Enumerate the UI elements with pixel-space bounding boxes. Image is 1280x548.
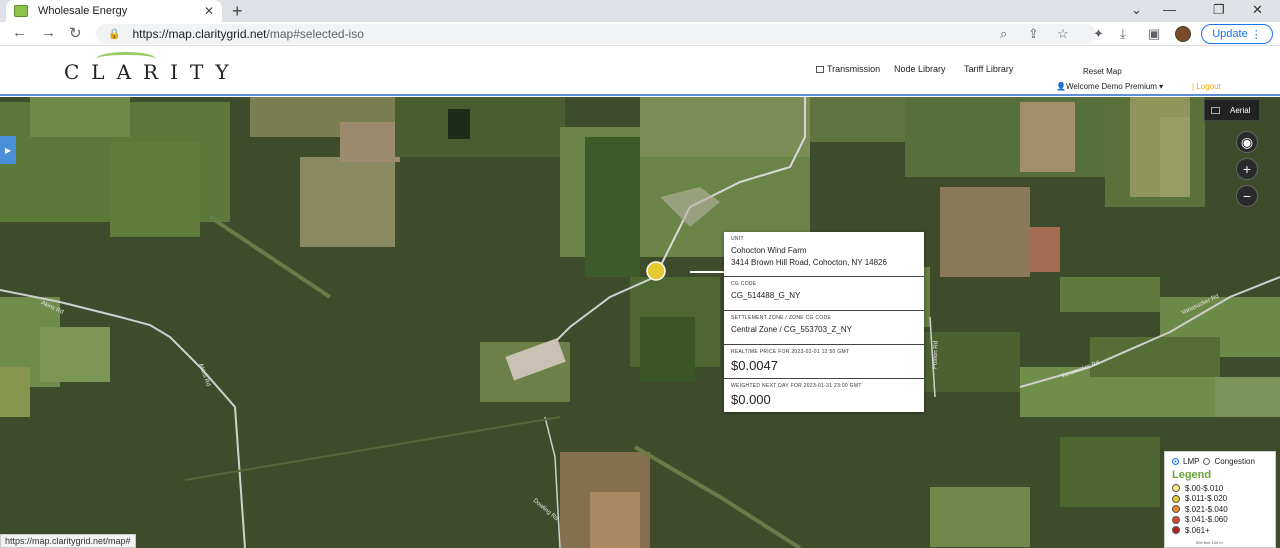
legend-item-label: $.021-$.040 [1185, 504, 1228, 514]
nextday-price-label: WEIGHTED NEXT DAY FOR 2023-01-31 23:00 G… [731, 383, 862, 389]
congestion-label: Congestion [1214, 457, 1255, 466]
legend-items: $.00-$.010 $.011-$.020 $.021-$.040 $.041-$.… [1172, 483, 1268, 536]
zoom-icon[interactable]: ⌕ [1000, 26, 1007, 42]
unit-section: UNIT Cohocton Wind Farm 3414 Brown Hill … [724, 232, 924, 277]
legend-color-dot [1172, 505, 1180, 514]
welcome-label: Welcome Demo Premium [1065, 82, 1157, 91]
legend-color-dot [1172, 494, 1180, 503]
legend-title: Legend [1172, 469, 1212, 481]
unit-label: UNIT [731, 236, 744, 242]
legend-item-label: $.061+ [1185, 525, 1210, 535]
map-favicon-icon [14, 5, 28, 17]
legend-item: $.00-$.010 [1172, 483, 1268, 494]
url-path: /map#selected-iso [266, 27, 364, 41]
browser-tab[interactable]: Wholesale Energy ✕ [6, 0, 222, 22]
unit-address: 3414 Brown Hill Road, Cohocton, NY 14826 [731, 258, 887, 267]
zoom-in-button[interactable]: + [1236, 158, 1258, 180]
realtime-price-section: REALTIME PRICE FOR 2023-02-01 12:50 GMT … [724, 345, 924, 379]
restore-icon[interactable]: ❐ [1213, 2, 1225, 18]
logout-link[interactable]: | Logout [1192, 82, 1221, 91]
zone-value: Central Zone / CG_553703_Z_NY [731, 325, 852, 334]
minimize-icon[interactable]: — [1163, 2, 1176, 17]
locate-icon[interactable]: ◉ [1236, 131, 1258, 153]
download-icon[interactable]: ⤓ [1120, 26, 1126, 42]
bookmark-star-icon[interactable]: ☆ [1057, 26, 1069, 42]
sidebar-toggle-icon[interactable]: ▶ [0, 136, 16, 164]
road-label: Poston Rd [932, 340, 940, 370]
map-imagery [0, 97, 1280, 548]
legend-item-label: $.00-$.010 [1185, 483, 1224, 493]
legend-item-label: $.041-$.060 [1185, 515, 1228, 525]
legend-color-dot [1172, 515, 1180, 524]
aerial-label: Aerial [1230, 105, 1251, 115]
forward-icon[interactable]: → [41, 24, 56, 41]
tab-title: Wholesale Energy [38, 5, 128, 17]
url-host: https://map.claritygrid.net [132, 27, 267, 41]
legend-mode-selector: LMP Congestion [1172, 457, 1268, 466]
legend-item-label: $.011-$.020 [1185, 494, 1228, 504]
more-menu-icon: ⋮ [1250, 28, 1262, 41]
update-label: Update [1212, 28, 1248, 40]
map-scale: 500 feet 100 m [1196, 540, 1223, 545]
browser-tab-bar: Wholesale Energy ✕ + ⌄ — ❐ ✕ [0, 0, 1280, 22]
close-window-icon[interactable]: ✕ [1252, 2, 1263, 18]
lmp-radio[interactable] [1172, 458, 1179, 465]
update-button[interactable]: Update ⋮ [1201, 24, 1273, 44]
realtime-price-value: $0.0047 [731, 358, 778, 373]
zoom-out-button[interactable]: − [1236, 185, 1258, 207]
legend-color-dot [1172, 526, 1180, 535]
realtime-price-label: REALTIME PRICE FOR 2023-02-01 12:50 GMT [731, 349, 850, 355]
nextday-price-section: WEIGHTED NEXT DAY FOR 2023-01-31 23:00 G… [724, 379, 924, 412]
cg-code-section: CG CODE CG_514488_G_NY [724, 277, 924, 311]
share-icon[interactable]: ⇪ [1028, 26, 1039, 42]
lmp-label: LMP [1183, 457, 1200, 466]
user-menu[interactable]: 👤Welcome Demo Premium ▾ [1056, 82, 1163, 91]
legend-item: $.021-$.040 [1172, 504, 1268, 515]
zone-label: SETTLEMENT ZONE / ZONE CG CODE [731, 315, 832, 321]
lock-icon: 🔒 [108, 28, 121, 40]
cg-code-label: CG CODE [731, 281, 757, 287]
side-panel-icon[interactable]: ▣ [1148, 26, 1160, 42]
transmission-toggle[interactable]: Transmission [816, 64, 880, 74]
user-icon: 👤 [1056, 82, 1066, 91]
profile-avatar[interactable] [1175, 26, 1191, 42]
map-legend: LMP Congestion Legend $.00-$.010 $.011-$.… [1164, 451, 1276, 548]
new-tab-button[interactable]: + [232, 1, 243, 22]
tariff-library-link[interactable]: Tariff Library [964, 64, 1013, 74]
transmission-label: Transmission [827, 64, 881, 74]
status-bar-url: https://map.claritygrid.net/map# [0, 534, 136, 548]
legend-item: $.011-$.020 [1172, 494, 1268, 505]
aerial-toggle-button[interactable]: Aerial [1204, 99, 1260, 121]
node-info-popup: UNIT Cohocton Wind Farm 3414 Brown Hill … [724, 232, 924, 412]
legend-item: $.041-$.060 [1172, 515, 1268, 526]
checkbox-icon[interactable] [816, 66, 824, 74]
congestion-radio[interactable] [1203, 458, 1211, 465]
zone-section: SETTLEMENT ZONE / ZONE CG CODE Central Z… [724, 311, 924, 345]
legend-color-dot [1172, 484, 1180, 493]
back-icon[interactable]: ← [12, 24, 27, 41]
cg-code-value: CG_514488_G_NY [731, 291, 801, 300]
clarity-logo[interactable]: CLARITY [64, 60, 241, 84]
reload-icon[interactable]: ↻ [69, 24, 82, 42]
satellite-map[interactable]: Akins Rd Vanasucker Rd Vanasucker Rd Pos… [0, 97, 1280, 548]
reset-map-link[interactable]: Reset Map [1083, 67, 1122, 76]
extensions-icon[interactable]: ✦ [1093, 26, 1104, 42]
node-library-link[interactable]: Node Library [894, 64, 946, 74]
nextday-price-value: $0.000 [731, 392, 771, 407]
close-tab-icon[interactable]: ✕ [204, 4, 214, 18]
browser-toolbar: ← → ↻ 🔒 https://map.claritygrid.net/map#… [0, 22, 1280, 46]
popup-pointer [690, 271, 724, 273]
legend-item: $.061+ [1172, 525, 1268, 536]
unit-name: Cohocton Wind Farm [731, 246, 807, 255]
layer-icon [1211, 106, 1220, 114]
chevron-down-icon[interactable]: ⌄ [1131, 2, 1142, 18]
address-bar[interactable]: 🔒 https://map.claritygrid.net/map#select… [96, 24, 1096, 44]
